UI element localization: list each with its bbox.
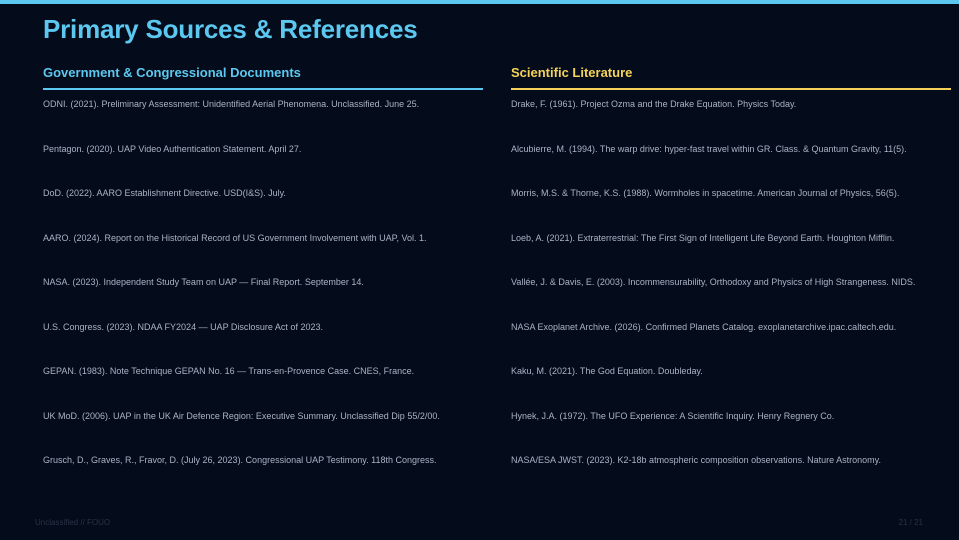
- scientific-literature-heading: Scientific Literature: [511, 64, 951, 90]
- reference-item: Kaku, M. (2021). The God Equation. Doubl…: [511, 366, 703, 376]
- reference-item: ODNI. (2021). Preliminary Assessment: Un…: [43, 99, 420, 109]
- scientific-literature-column: Scientific Literature Drake, F. (1961). …: [511, 64, 951, 491]
- reference-item: Vallée, J. & Davis, E. (2003). Incommens…: [511, 277, 916, 287]
- reference-item: Loeb, A. (2021). Extraterrestrial: The F…: [511, 232, 895, 243]
- scientific-references-list: Drake, F. (1961). Project Ozma and the D…: [511, 90, 951, 491]
- reference-item: Grusch, D., Graves, R., Fravor, D. (July…: [43, 455, 437, 465]
- government-documents-heading: Government & Congressional Documents: [43, 64, 483, 90]
- government-references-list: ODNI. (2021). Preliminary Assessment: Un…: [43, 90, 483, 491]
- reference-item: NASA/ESA JWST. (2023). K2-18b atmospheri…: [511, 455, 881, 465]
- reference-item: AARO. (2024). Report on the Historical R…: [43, 232, 427, 243]
- reference-item: DoD. (2022). AARO Establishment Directiv…: [43, 188, 286, 198]
- reference-item: UK MoD. (2006). UAP in the UK Air Defenc…: [43, 410, 440, 421]
- government-documents-column: Government & Congressional Documents ODN…: [43, 64, 483, 491]
- reference-item: GEPAN. (1983). Note Technique GEPAN No. …: [43, 366, 415, 376]
- reference-item: Hynek, J.A. (1972). The UFO Experience: …: [511, 410, 835, 421]
- page-number: 21 / 21: [898, 518, 923, 527]
- classification-footer: Unclassified // FOUO: [35, 518, 111, 527]
- top-accent-bar: [0, 0, 959, 4]
- reference-item: NASA Exoplanet Archive. (2026). Confirme…: [511, 321, 897, 332]
- reference-item: NASA. (2023). Independent Study Team on …: [43, 277, 364, 287]
- page-title: Primary Sources & References: [43, 14, 418, 44]
- reference-item: Morris, M.S. & Thorne, K.S. (1988). Worm…: [511, 188, 900, 198]
- reference-item: Drake, F. (1961). Project Ozma and the D…: [511, 99, 797, 109]
- reference-item: Pentagon. (2020). UAP Video Authenticati…: [43, 143, 302, 154]
- reference-item: U.S. Congress. (2023). NDAA FY2024 — UAP…: [43, 321, 323, 332]
- reference-item: Alcubierre, M. (1994). The warp drive: h…: [511, 143, 907, 154]
